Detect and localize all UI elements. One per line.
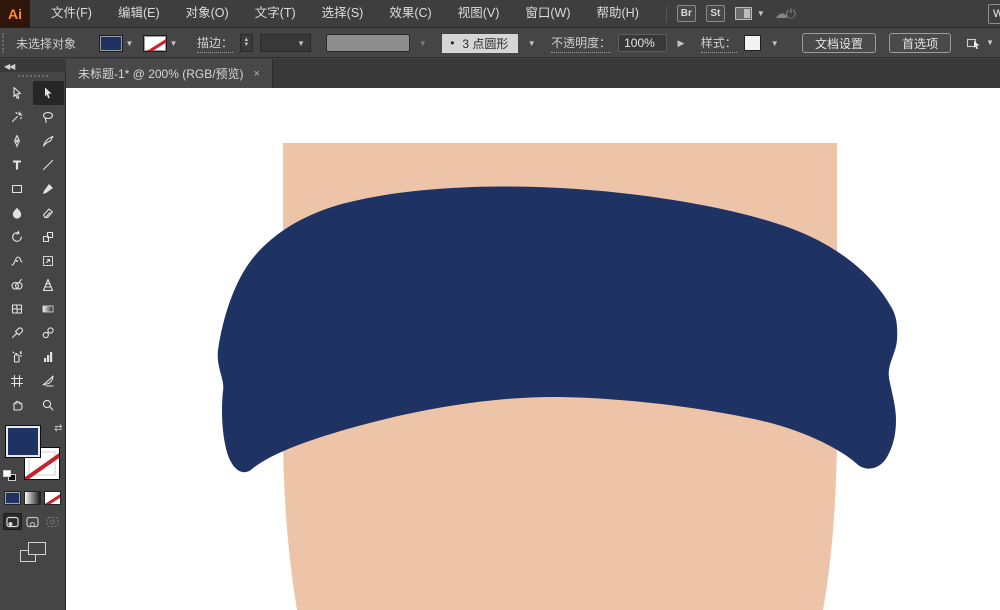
document-setup-button[interactable]: 文档设置 [802, 33, 877, 53]
pen-tool[interactable] [2, 129, 33, 153]
eraser-tool[interactable] [33, 201, 64, 225]
chevron-down-icon: ▼ [297, 38, 305, 48]
screen-mode-button[interactable] [19, 542, 46, 562]
rotate-tool[interactable] [2, 225, 33, 249]
blob-brush-tool[interactable] [2, 201, 33, 225]
swap-fill-stroke-icon[interactable]: ⇄ [54, 423, 62, 434]
paint-type-buttons [0, 491, 65, 505]
tools-panel: ⇄ [0, 72, 66, 610]
shape-builder-tool[interactable] [2, 273, 33, 297]
fill-chevron-icon[interactable]: ▼ [123, 35, 136, 52]
draw-behind-button[interactable] [23, 513, 42, 530]
close-tab-icon[interactable]: × [254, 68, 260, 80]
stroke-weight-stepper[interactable]: ▲ ▼ [239, 34, 253, 52]
opacity-arrow-icon[interactable]: ▶ [674, 34, 688, 52]
selection-tool[interactable] [2, 81, 33, 105]
brush-chevron-icon[interactable]: ▼ [525, 35, 538, 52]
mesh-tool[interactable] [2, 297, 33, 321]
artwork [217, 143, 898, 610]
chevron-down-icon: ▼ [756, 8, 765, 18]
hand-tool[interactable] [2, 393, 33, 417]
cursor-rect-icon [967, 38, 980, 50]
style-swatch[interactable] [743, 35, 762, 51]
stroke-color-swatch[interactable] [142, 34, 167, 52]
document-tab[interactable]: 未标题-1* @ 200% (RGB/预览) × [66, 59, 273, 88]
document-tab-title: 未标题-1* @ 200% (RGB/预览) [78, 67, 244, 81]
tool-grid [0, 81, 65, 417]
zoom-tool[interactable] [33, 393, 64, 417]
document-tab-bar: ◀◀ 未标题-1* @ 200% (RGB/预览) × [0, 59, 1000, 88]
panel-grip[interactable] [2, 33, 6, 53]
none-button[interactable] [44, 491, 61, 505]
opacity-label[interactable]: 不透明度： [551, 34, 612, 53]
style-chevron-icon[interactable]: ▼ [768, 35, 781, 52]
menu-help[interactable]: 帮助(H) [584, 0, 652, 27]
blend-tool[interactable] [33, 321, 64, 345]
menu-view[interactable]: 视图(V) [445, 0, 513, 27]
tools-panel-grip[interactable] [17, 75, 48, 77]
brush-stroke-preview[interactable] [325, 34, 410, 52]
selection-status-label: 未选择对象 [15, 36, 76, 51]
artboard-tool[interactable] [2, 369, 33, 393]
menu-edit[interactable]: 编辑(E) [105, 0, 173, 27]
pencil-tool[interactable] [33, 129, 64, 153]
default-fill-stroke-icon[interactable] [2, 470, 16, 481]
free-transform-tool[interactable] [33, 249, 64, 273]
magic-wand-tool[interactable] [2, 105, 33, 129]
stroke-weight-label[interactable]: 描边： [196, 34, 233, 53]
collapse-panel-icon[interactable]: ◀◀ [4, 62, 15, 71]
scale-tool[interactable] [33, 225, 64, 249]
rectangle-tool[interactable] [2, 177, 33, 201]
stock-button[interactable]: St [705, 5, 725, 22]
fill-stroke-indicator: ⇄ [2, 423, 63, 485]
direct-selection-tool[interactable] [32, 81, 64, 105]
perspective-grid-tool[interactable] [33, 273, 64, 297]
fill-color-swatch[interactable] [98, 34, 123, 52]
workspace-layout-icon [734, 7, 752, 20]
menu-object[interactable]: 对象(O) [173, 0, 242, 27]
menu-effect[interactable]: 效果(C) [376, 0, 444, 27]
menu-type[interactable]: 文字(T) [242, 0, 309, 27]
menu-select[interactable]: 选择(S) [309, 0, 377, 27]
control-bar: 未选择对象 ▼ ▼ 描边： ▲ ▼ ▼ ▼ • 3 点圆形 ▼ 不透明度： 100… [0, 29, 1000, 58]
screen-mode-icon [27, 542, 46, 555]
style-label[interactable]: 样式： [700, 34, 737, 53]
menu-bar: Ai 文件(F) 编辑(E) 对象(O) 文字(T) 选择(S) 效果(C) 视… [0, 0, 1000, 28]
chevron-down-icon: ▼ [986, 38, 994, 47]
preferences-button[interactable]: 首选项 [889, 33, 952, 53]
gradient-button[interactable] [24, 491, 41, 505]
menu-file[interactable]: 文件(F) [38, 0, 105, 27]
color-button[interactable] [4, 491, 21, 505]
stroke-weight-select[interactable]: ▼ [259, 34, 311, 52]
gradient-tool[interactable] [33, 297, 64, 321]
eyedropper-tool[interactable] [2, 321, 33, 345]
opacity-input[interactable]: 100% [618, 34, 668, 52]
line-segment-tool[interactable] [33, 153, 64, 177]
draw-inside-button[interactable] [43, 513, 62, 530]
brush-definition-select[interactable]: • 3 点圆形 [442, 33, 519, 53]
brush-name-label: 3 点圆形 [462, 36, 509, 51]
paintbrush-tool[interactable] [33, 177, 64, 201]
column-graph-tool[interactable] [33, 345, 64, 369]
variable-width-chevron-icon[interactable]: ▼ [417, 35, 430, 52]
width-tool[interactable] [2, 249, 33, 273]
drawing-mode-buttons [0, 513, 65, 530]
app-logo-icon: Ai [0, 0, 30, 28]
selection-options-button[interactable]: ▼ [966, 35, 994, 51]
fill-indicator-swatch[interactable] [4, 425, 41, 458]
type-tool[interactable] [2, 153, 33, 177]
brush-bullet-icon: • [450, 36, 455, 50]
artboard-canvas[interactable] [66, 88, 1000, 610]
bridge-button[interactable]: Br [676, 5, 696, 22]
menu-window[interactable]: 窗口(W) [512, 0, 583, 27]
cloud-sync-icon[interactable]: ☁⏻ [775, 6, 796, 22]
stroke-chevron-icon[interactable]: ▼ [167, 35, 180, 52]
slice-tool[interactable] [33, 369, 64, 393]
menubar-divider [665, 5, 667, 22]
workspace-switcher-partial[interactable]: W [988, 4, 1000, 24]
draw-normal-button[interactable] [3, 513, 22, 530]
workspace-layout-button[interactable]: ▼ [734, 7, 765, 20]
lasso-tool[interactable] [33, 105, 64, 129]
symbol-sprayer-tool[interactable] [2, 345, 33, 369]
